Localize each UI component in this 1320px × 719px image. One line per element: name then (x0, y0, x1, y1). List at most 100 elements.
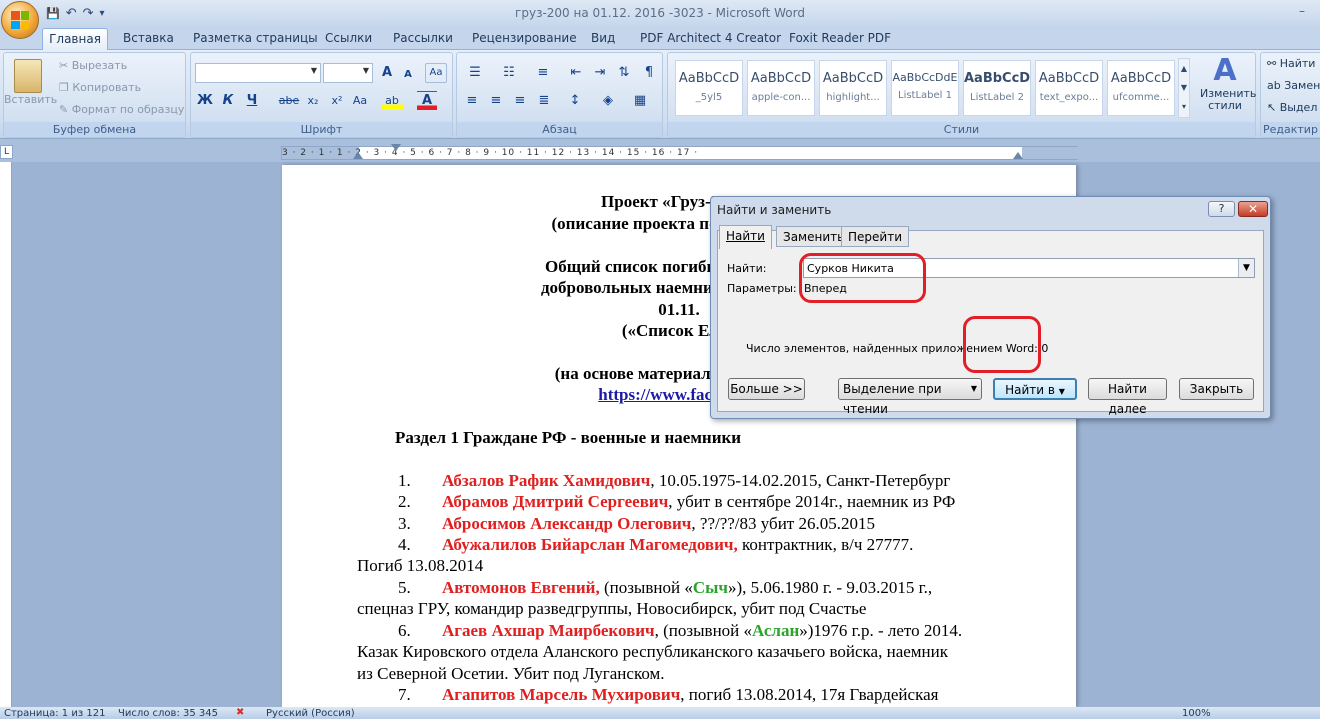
multilevel-list-icon[interactable]: ≡ (529, 63, 557, 83)
options-label: Параметры: (727, 282, 797, 295)
tab-find[interactable]: Найти (719, 225, 772, 249)
close-button[interactable]: Закрыть (1179, 378, 1254, 400)
first-line-indent-marker[interactable] (391, 144, 401, 151)
change-styles-button[interactable]: A Изменить стили (1200, 54, 1256, 118)
vertical-ruler (0, 162, 12, 707)
chevron-down-icon: ▼ (362, 66, 369, 75)
tab-insert[interactable]: Вставка (123, 31, 174, 45)
sort-icon[interactable]: ⇅ (613, 63, 635, 83)
tab-view[interactable]: Вид (591, 31, 615, 45)
status-bar: Страница: 1 из 121 Число слов: 35 345 ✖ … (0, 707, 1320, 719)
show-marks-icon[interactable]: ¶ (639, 63, 659, 83)
align-center-icon[interactable]: ≡ (485, 91, 507, 111)
superscript-button[interactable]: x² (327, 91, 347, 111)
increase-indent-icon[interactable]: ⇥ (589, 63, 611, 83)
highlight-button[interactable]: ab (381, 91, 403, 111)
tab-goto[interactable]: Перейти (841, 226, 909, 247)
zoom-level[interactable]: 100% (1182, 708, 1211, 719)
font-color-button[interactable]: A (417, 91, 437, 111)
word-count[interactable]: Число слов: 35 345 (118, 708, 218, 719)
callsign: Сыч (692, 578, 728, 597)
tab-selector[interactable]: L (0, 145, 13, 159)
highlight-ring-search (799, 253, 926, 303)
tab-references[interactable]: Ссылки (325, 31, 372, 45)
left-indent-marker[interactable] (353, 152, 363, 159)
bold-button[interactable]: Ж (195, 91, 215, 111)
style-highlight[interactable]: AaBbCcD highlight... (819, 60, 887, 116)
person-name: Автомонов Евгений, (442, 578, 600, 597)
align-right-icon[interactable]: ≡ (509, 91, 531, 111)
style-text-expo[interactable]: AaBbCcD text_expo... (1035, 60, 1103, 116)
change-case-button[interactable]: Aa (349, 91, 371, 111)
tab-replace[interactable]: Заменить (776, 226, 852, 247)
align-left-icon[interactable]: ≡ (461, 91, 483, 111)
tab-page-layout[interactable]: Разметка страницы (193, 31, 318, 45)
styles-scroll[interactable]: ▲ ▼ ▾ (1178, 58, 1190, 118)
tab-pdf-architect[interactable]: PDF Architect 4 Creator (640, 31, 781, 45)
format-painter-button[interactable]: ✎ Формат по образцу (59, 103, 184, 116)
person-name: Агаев Ахшар Маирбекович (442, 621, 655, 640)
right-indent-marker[interactable] (1013, 152, 1023, 159)
office-button[interactable] (1, 1, 39, 39)
copy-button[interactable]: ❐ Копировать (59, 81, 141, 94)
tab-foxit[interactable]: Foxit Reader PDF (789, 31, 891, 45)
style-listlabel-1[interactable]: AaBbCcDdE ListLabel 1 (891, 60, 959, 116)
reading-highlight-button[interactable]: Выделение при чтении ▼ (838, 378, 982, 416)
tab-review[interactable]: Рецензирование (472, 31, 577, 45)
list-item: 1. Абзалов Рафик Хамидович, 10.05.1975-14… (398, 471, 951, 490)
replace-icon: ab (1267, 79, 1281, 92)
justify-icon[interactable]: ≣ (533, 91, 555, 111)
chevron-down-icon: ▼ (970, 384, 977, 393)
decrease-indent-icon[interactable]: ⇤ (565, 63, 587, 83)
person-name: Абзалов Рафик Хамидович (442, 471, 651, 490)
paste-button[interactable]: Вставить (4, 93, 57, 106)
cut-button[interactable]: ✂ Вырезать (59, 59, 127, 72)
cursor-icon: ↖ (1267, 101, 1277, 114)
tab-mailings[interactable]: Рассылки (393, 31, 453, 45)
bullets-icon[interactable]: ☰ (461, 63, 489, 83)
italic-button[interactable]: К (218, 91, 238, 111)
style-apple-con[interactable]: AaBbCcD apple-con... (747, 60, 815, 116)
minimize-button[interactable]: – (1290, 4, 1314, 20)
numbering-icon[interactable]: ☷ (495, 63, 523, 83)
highlight-ring-result (963, 316, 1041, 373)
borders-icon[interactable]: ▦ (625, 91, 655, 111)
help-button[interactable]: ? (1208, 201, 1235, 217)
styles-group-label: Стили (668, 122, 1255, 137)
page-count[interactable]: Страница: 1 из 121 (4, 708, 105, 719)
editing-group-label: Редактир (1261, 122, 1320, 137)
line-spacing-icon[interactable]: ↕ (561, 91, 589, 111)
chevron-down-icon[interactable]: ▼ (1238, 259, 1254, 277)
strikethrough-button[interactable]: abe (277, 91, 301, 111)
style-ufcomme[interactable]: AaBbCcD ufcomme... (1107, 60, 1175, 116)
shrink-font-button[interactable]: A (399, 65, 417, 85)
find-button[interactable]: ⚯ Найти (1267, 57, 1315, 70)
replace-button[interactable]: ab Замен (1267, 79, 1320, 92)
language-indicator[interactable]: Русский (Россия) (266, 708, 355, 719)
style-5yl5[interactable]: AaBbCcD _5yl5 (675, 60, 743, 116)
dialog-close-button[interactable]: ✕ (1238, 201, 1268, 217)
select-button[interactable]: ↖ Выдел (1267, 101, 1317, 114)
chevron-down-icon: ▼ (1058, 387, 1065, 396)
font-group-label: Шрифт (191, 122, 452, 137)
shading-icon[interactable]: ◈ (595, 91, 621, 111)
window-title: груз-200 на 01.12. 2016 -3023 - Microsof… (515, 6, 805, 20)
underline-button[interactable]: Ч (242, 91, 262, 111)
font-size-combo[interactable]: ▼ (323, 63, 373, 83)
paragraph-group: ☰ ☷ ≡ ⇤ ⇥ ⇅ ¶ ≡ ≡ ≡ ≣ ↕ ◈ ▦ Абзац (456, 52, 663, 138)
paste-icon[interactable] (14, 59, 42, 93)
chevron-down-icon: ▼ (310, 66, 317, 75)
find-in-button[interactable]: Найти в ▼ (993, 378, 1077, 400)
font-name-combo[interactable]: ▼ (195, 63, 321, 83)
clear-formatting-button[interactable]: Aa (425, 63, 447, 83)
list-item-continuation: спецназ ГРУ, командир разведгруппы, Ново… (357, 599, 867, 618)
subscript-button[interactable]: x₂ (303, 91, 323, 111)
list-item: 6. Агаев Ахшар Маирбекович, (позывной «Ас… (398, 621, 963, 640)
find-next-button[interactable]: Найти далее (1088, 378, 1167, 416)
style-listlabel-2[interactable]: AaBbCcD ListLabel 2 (963, 60, 1031, 116)
tab-home[interactable]: Главная (42, 28, 108, 50)
more-button[interactable]: Больше >> (728, 378, 805, 400)
binoculars-icon: ⚯ (1267, 57, 1277, 70)
grow-font-button[interactable]: A (377, 63, 397, 83)
proofing-icon[interactable]: ✖ (236, 707, 244, 718)
